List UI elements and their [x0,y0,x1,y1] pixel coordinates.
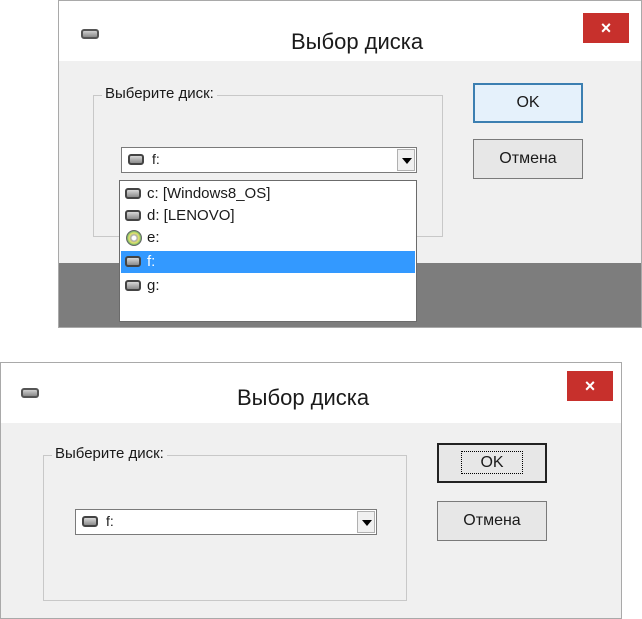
hard-drive-icon [125,256,141,267]
list-item[interactable]: d: [LENOVO] [121,205,415,227]
cd-drive-icon [126,230,142,246]
selected-drive: f: [106,513,114,529]
list-item[interactable]: g: [121,275,415,297]
close-button[interactable]: × [567,371,613,401]
hard-drive-icon [82,516,98,527]
title-bar[interactable]: Выбор диска × [59,1,641,61]
window-title: Выбор диска [291,29,424,54]
drive-select[interactable]: f: [75,509,377,535]
hard-drive-icon [125,280,141,291]
drive-dropdown-list: c: [Windows8_OS] d: [LENOVO] e: f: g: [119,180,417,322]
window-title: Выбор диска [237,385,370,410]
cancel-button[interactable]: Отмена [437,501,547,541]
drive-dialog-collapsed: Выбор диска × Выберите диск: f: OK Отмен… [0,362,622,619]
hard-drive-icon [128,154,144,165]
ok-button[interactable]: OK [437,443,547,483]
title-bar[interactable]: Выбор диска × [1,363,621,423]
list-item-selected[interactable]: f: [121,251,415,273]
group-label: Выберите диск: [102,85,217,102]
drive-select[interactable]: f: [121,147,417,173]
list-item[interactable]: e: [121,227,415,249]
group-label: Выберите диск: [52,445,167,462]
ok-button[interactable]: OK [473,83,583,123]
close-button[interactable]: × [583,13,629,43]
hard-drive-icon [125,188,141,199]
drive-icon [81,29,99,39]
drive-icon [21,388,39,398]
selected-drive: f: [152,151,160,167]
chevron-down-icon[interactable] [357,511,375,533]
hard-drive-icon [125,210,141,221]
chevron-down-icon[interactable] [397,149,415,171]
cancel-button[interactable]: Отмена [473,139,583,179]
list-item[interactable]: c: [Windows8_OS] [121,183,415,205]
ok-label: OK [461,451,523,474]
